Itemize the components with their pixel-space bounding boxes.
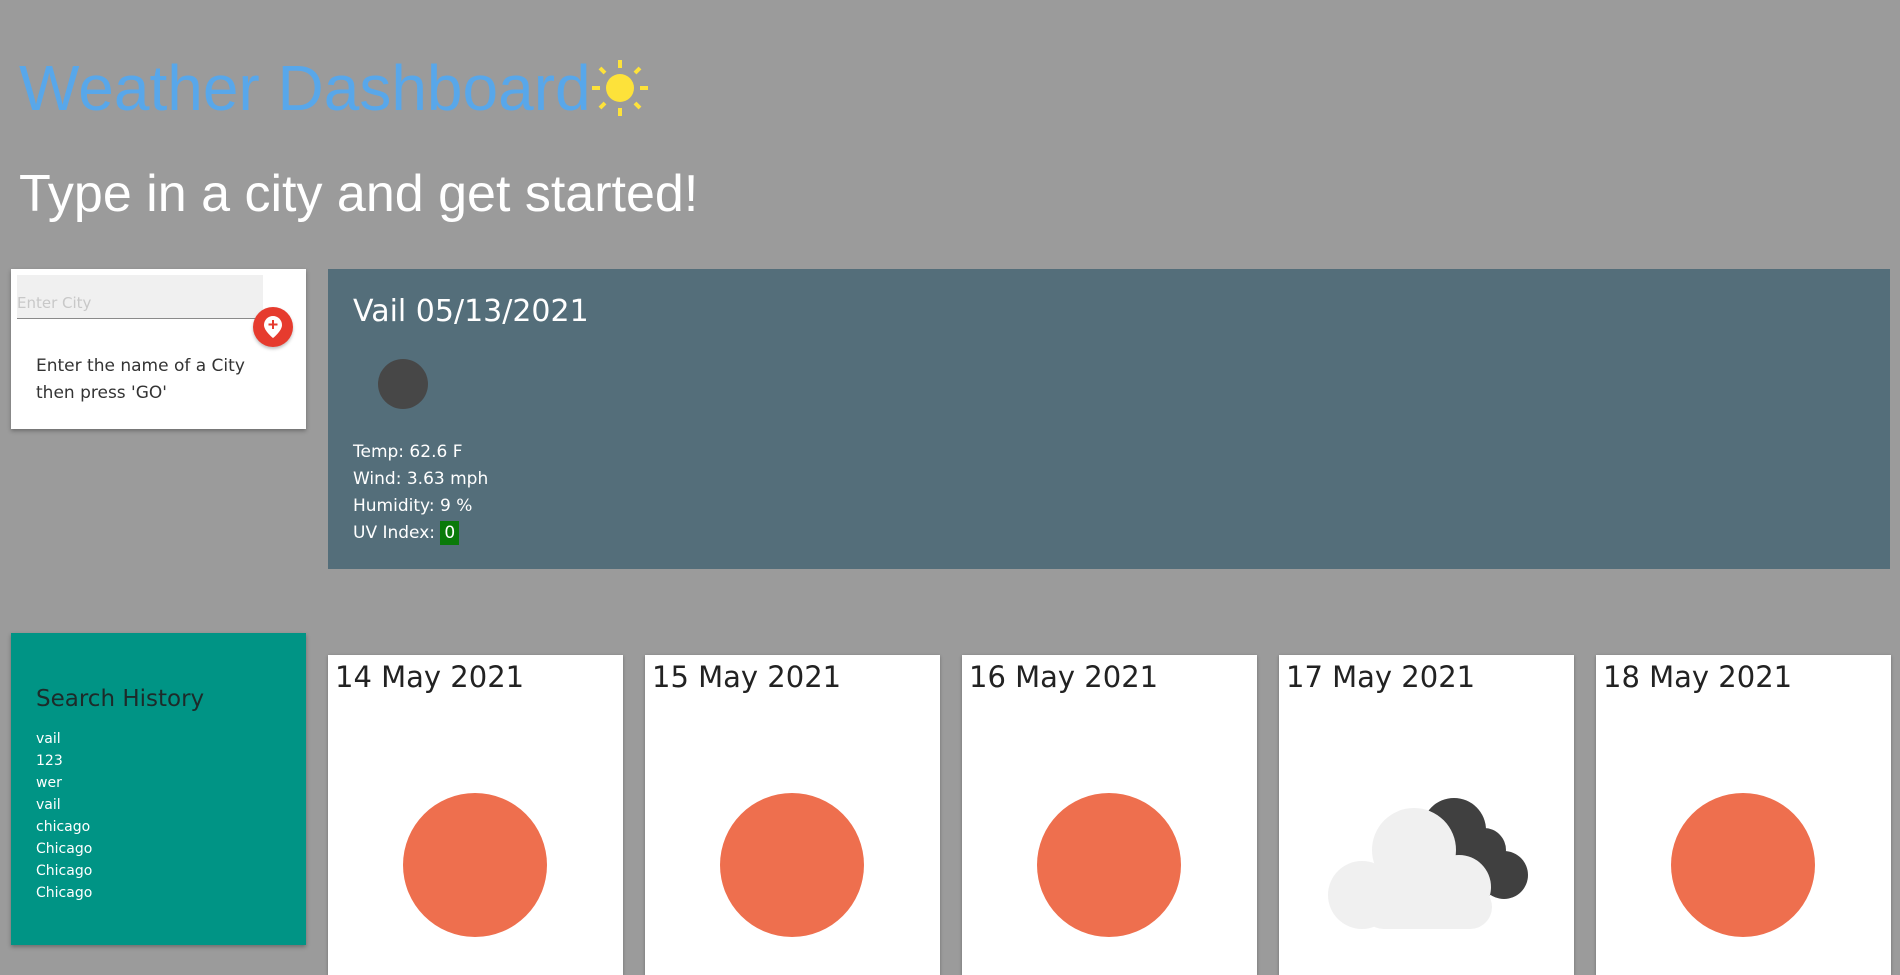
forecast-date: 16 May 2021	[969, 660, 1159, 694]
forecast-card: 16 May 2021	[962, 655, 1257, 975]
uv-label: UV Index:	[353, 523, 436, 543]
forecast-date: 17 May 2021	[1286, 660, 1476, 694]
location-pin-icon	[264, 316, 282, 338]
current-city-date: Vail 05/13/2021	[353, 294, 589, 329]
forecast-card: 15 May 2021	[645, 655, 940, 975]
current-details: Temp: 62.6 F Wind: 3.63 mph Humidity: 9 …	[353, 439, 488, 547]
history-item[interactable]: Chicago	[36, 860, 92, 882]
history-item[interactable]: vail	[36, 728, 92, 750]
search-history-list: vail 123 wer vail chicago Chicago Chicag…	[36, 728, 92, 904]
history-item[interactable]: wer	[36, 772, 92, 794]
forecast-card: 18 May 2021	[1596, 655, 1891, 975]
dark-circle-icon	[378, 359, 428, 409]
forecast-date: 14 May 2021	[335, 660, 525, 694]
history-item[interactable]: chicago	[36, 816, 92, 838]
forecast-card: 14 May 2021	[328, 655, 623, 975]
history-item[interactable]: 123	[36, 750, 92, 772]
search-history-title: Search History	[36, 686, 205, 712]
search-history-panel: Search History vail 123 wer vail chicago…	[11, 633, 306, 945]
forecast-date: 15 May 2021	[652, 660, 842, 694]
uv-badge: 0	[440, 521, 460, 545]
history-item[interactable]: vail	[36, 794, 92, 816]
page-subtitle: Type in a city and get started!	[19, 165, 699, 223]
go-button[interactable]	[253, 307, 293, 347]
partly-cloudy-icon	[1328, 798, 1528, 929]
city-search-card: Enter the name of a City then press 'GO'	[11, 269, 306, 429]
forecast-date: 18 May 2021	[1603, 660, 1793, 694]
city-search-input[interactable]	[17, 275, 263, 319]
sun-circle-icon	[403, 793, 547, 937]
sun-icon	[592, 60, 648, 116]
sun-circle-icon	[1037, 793, 1181, 937]
current-wind: Wind: 3.63 mph	[353, 469, 489, 489]
sun-circle-icon	[720, 793, 864, 937]
current-weather-panel: Vail 05/13/2021 Temp: 62.6 F Wind: 3.63 …	[328, 269, 1890, 569]
forecast-card: 17 May 2021	[1279, 655, 1574, 975]
sun-circle-icon	[1671, 793, 1815, 937]
current-temp: Temp: 62.6 F	[353, 442, 463, 462]
history-item[interactable]: Chicago	[36, 882, 92, 904]
page-title: Weather Dashboard	[19, 52, 591, 124]
search-help-text: Enter the name of a City then press 'GO'	[36, 356, 245, 403]
current-uv: UV Index: 0	[353, 520, 488, 547]
current-humidity: Humidity: 9 %	[353, 496, 473, 516]
history-item[interactable]: Chicago	[36, 838, 92, 860]
